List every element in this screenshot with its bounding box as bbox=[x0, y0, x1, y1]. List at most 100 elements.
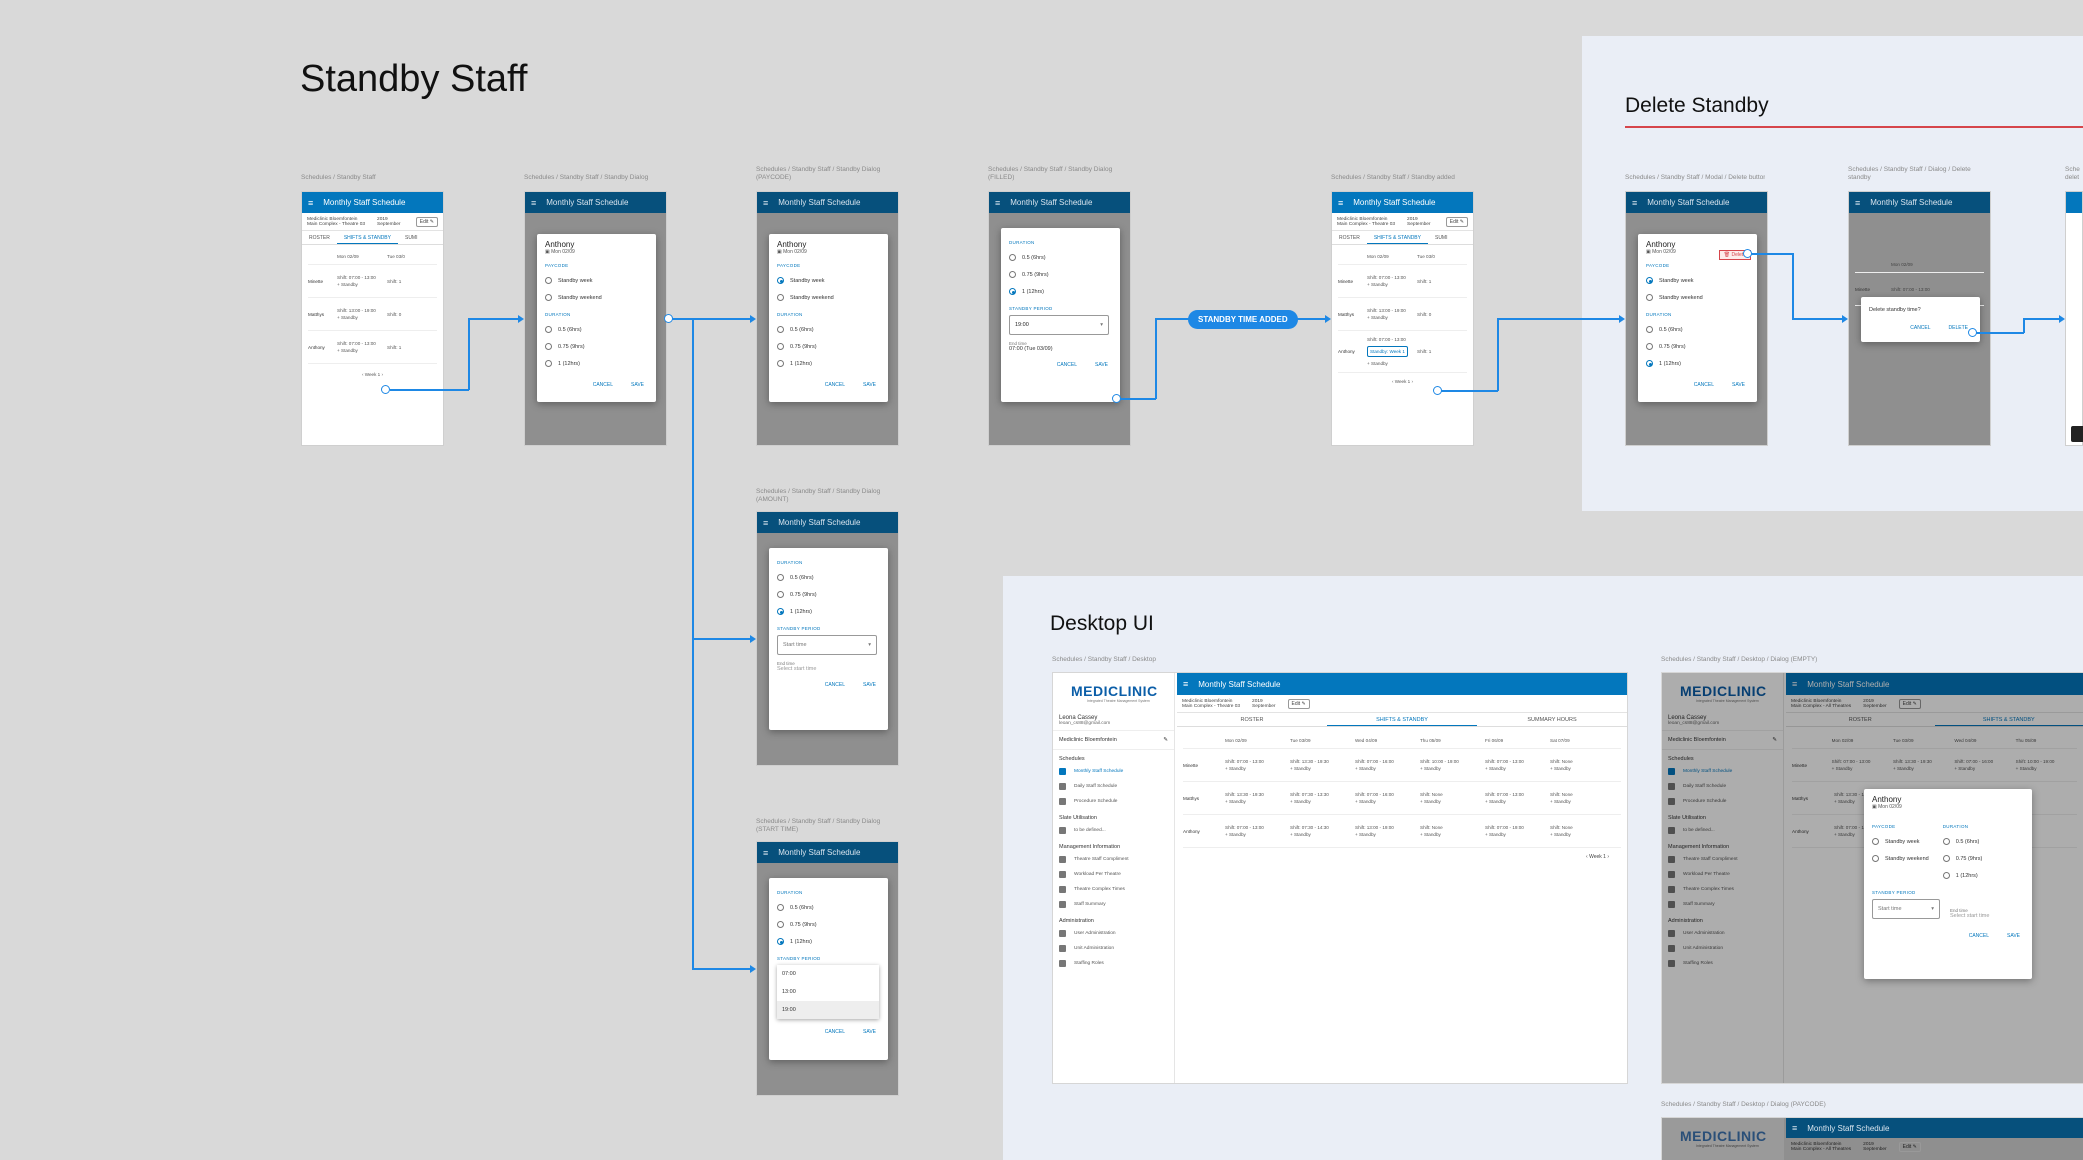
menu-icon[interactable]: ≡ bbox=[1338, 198, 1343, 208]
nav-user-administration[interactable]: User Administration bbox=[1053, 926, 1174, 941]
cancel-button[interactable]: CANCEL bbox=[825, 682, 845, 688]
save-button[interactable]: SAVE bbox=[631, 382, 644, 388]
menu-icon[interactable]: ≡ bbox=[308, 198, 313, 208]
radio-duration-05[interactable]: 0.5 (6hrs) bbox=[1009, 249, 1112, 266]
add-standby-button[interactable]: + Standby bbox=[337, 282, 387, 287]
add-standby-button[interactable]: + Standby bbox=[1485, 799, 1550, 804]
option-1900[interactable]: 19:00 bbox=[777, 1001, 879, 1019]
add-standby-button[interactable]: + Standby bbox=[1225, 799, 1290, 804]
radio-duration-075[interactable]: 0.75 (9hrs) bbox=[1646, 338, 1749, 355]
cancel-button[interactable]: CANCEL bbox=[1057, 362, 1077, 368]
radio-standby-week[interactable]: Standby week bbox=[1646, 272, 1749, 289]
tab-roster[interactable]: ROSTER bbox=[1177, 713, 1327, 726]
hospital-selector[interactable]: Mediclinic Bloemfontein ✎ bbox=[1053, 731, 1174, 750]
add-standby-button[interactable]: + Standby bbox=[1367, 315, 1417, 320]
cancel-button[interactable]: CANCEL bbox=[825, 1029, 845, 1035]
add-standby-button[interactable]: + Standby bbox=[337, 315, 387, 320]
radio-duration-05[interactable]: 0.5 (6hrs) bbox=[1942, 833, 1983, 850]
radio-standby-weekend[interactable]: Standby weekend bbox=[545, 289, 648, 306]
tab-roster[interactable]: ROSTER bbox=[302, 231, 337, 244]
nav-daily-staff-schedule[interactable]: Daily Staff Schedule bbox=[1053, 779, 1174, 794]
nav-to-be-defined[interactable]: to be defined... bbox=[1053, 823, 1174, 838]
radio-duration-1[interactable]: 1 (12hrs) bbox=[1646, 355, 1749, 372]
add-standby-button[interactable]: + Standby bbox=[1367, 282, 1417, 287]
radio-duration-05[interactable]: 0.5 (6hrs) bbox=[777, 321, 880, 338]
week-pager[interactable]: ‹ Week 1 › bbox=[1338, 379, 1467, 384]
add-standby-button[interactable]: + Standby bbox=[1420, 799, 1485, 804]
cancel-button[interactable]: CANCEL bbox=[593, 382, 613, 388]
radio-duration-1[interactable]: 1 (12hrs) bbox=[545, 355, 648, 372]
radio-duration-1[interactable]: 1 (12hrs) bbox=[777, 603, 880, 620]
radio-duration-05[interactable]: 0.5 (6hrs) bbox=[545, 321, 648, 338]
week-pager[interactable]: ‹ Week 1 › bbox=[308, 372, 437, 377]
edit-button[interactable]: Edit ✎ bbox=[415, 216, 438, 227]
save-button[interactable]: SAVE bbox=[863, 382, 876, 388]
add-standby-button[interactable]: + Standby bbox=[1550, 766, 1615, 771]
edit-button[interactable]: Edit ✎ bbox=[1445, 216, 1468, 227]
add-standby-button[interactable]: + Standby bbox=[1485, 832, 1550, 837]
week-pager[interactable]: ‹ Week 1 › bbox=[1183, 848, 1621, 866]
radio-duration-075[interactable]: 0.75 (9hrs) bbox=[1942, 850, 1982, 867]
add-standby-button[interactable]: + Standby bbox=[1290, 766, 1355, 771]
menu-icon[interactable]: ≡ bbox=[1183, 679, 1188, 689]
edit-icon[interactable]: ✎ bbox=[1163, 737, 1168, 743]
save-button[interactable]: SAVE bbox=[1732, 382, 1745, 388]
radio-standby-weekend[interactable]: Standby weekend bbox=[1646, 289, 1749, 306]
tab-shifts-standby[interactable]: SHIFTS & STANDBY bbox=[1327, 713, 1477, 726]
radio-duration-075[interactable]: 0.75 (9hrs) bbox=[777, 338, 880, 355]
add-standby-button[interactable]: + Standby bbox=[1225, 832, 1290, 837]
save-button[interactable]: SAVE bbox=[863, 682, 876, 688]
add-standby-button[interactable]: + Standby bbox=[1485, 766, 1550, 771]
tab-summary-hours[interactable]: SUMMARY HOURS bbox=[1477, 713, 1627, 726]
radio-duration-075[interactable]: 0.75 (9hrs) bbox=[777, 916, 880, 933]
save-button[interactable]: SAVE bbox=[1095, 362, 1108, 368]
tab-roster[interactable]: ROSTER bbox=[1332, 231, 1367, 244]
start-time-select[interactable]: Start time ▾ bbox=[1872, 899, 1940, 919]
radio-duration-075[interactable]: 0.75 (9hrs) bbox=[777, 586, 880, 603]
nav-procedure-schedule[interactable]: Procedure Schedule bbox=[1053, 794, 1174, 809]
nav-workload-per-theatre[interactable]: Workload Per Theatre bbox=[1053, 867, 1174, 882]
add-standby-button[interactable]: + Standby bbox=[1420, 832, 1485, 837]
add-standby-button[interactable]: + Standby bbox=[1550, 832, 1615, 837]
radio-duration-075[interactable]: 0.75 (9hrs) bbox=[1009, 266, 1112, 283]
tab-shifts-standby[interactable]: SHIFTS & STANDBY bbox=[1366, 231, 1428, 244]
radio-standby-week[interactable]: Standby week bbox=[545, 272, 648, 289]
radio-duration-1[interactable]: 1 (12hrs) bbox=[777, 355, 880, 372]
nav-theatre-staff-compliment[interactable]: Theatre Staff Compliment bbox=[1053, 852, 1174, 867]
tab-shifts-standby[interactable]: SHIFTS & STANDBY bbox=[336, 231, 398, 244]
add-standby-button[interactable]: + Standby bbox=[1225, 766, 1290, 771]
start-time-select[interactable]: Start time ▾ bbox=[777, 635, 877, 655]
add-standby-button[interactable]: + Standby bbox=[1355, 766, 1420, 771]
radio-standby-weekend[interactable]: Standby weekend bbox=[777, 289, 880, 306]
radio-duration-1[interactable]: 1 (12hrs) bbox=[777, 933, 880, 950]
radio-duration-1[interactable]: 1 (12hrs) bbox=[1942, 867, 1983, 884]
add-standby-button[interactable]: + Standby bbox=[1355, 799, 1420, 804]
add-standby-button[interactable]: + Standby bbox=[1290, 799, 1355, 804]
radio-duration-1[interactable]: 1 (12hrs) bbox=[1009, 283, 1112, 300]
tab-summary[interactable]: SUMI bbox=[398, 231, 425, 244]
add-standby-button[interactable]: + Standby bbox=[1367, 361, 1417, 366]
cancel-button[interactable]: CANCEL bbox=[1910, 325, 1930, 331]
option-0700[interactable]: 07:00 bbox=[777, 965, 879, 983]
save-button[interactable]: SAVE bbox=[863, 1029, 876, 1035]
start-time-select[interactable]: 19:00 ▾ bbox=[1009, 315, 1109, 335]
radio-standby-week[interactable]: Standby week bbox=[777, 272, 880, 289]
radio-duration-05[interactable]: 0.5 (6hrs) bbox=[1646, 321, 1749, 338]
cancel-button[interactable]: CANCEL bbox=[1969, 933, 1989, 939]
add-standby-button[interactable]: + Standby bbox=[337, 348, 387, 353]
nav-staff-summary[interactable]: Staff Summary bbox=[1053, 897, 1174, 912]
add-standby-button[interactable]: + Standby bbox=[1420, 766, 1485, 771]
nav-monthly-staff-schedule[interactable]: Monthly Staff Schedule bbox=[1053, 764, 1174, 779]
radio-duration-05[interactable]: 0.5 (6hrs) bbox=[777, 569, 880, 586]
option-1300[interactable]: 13:00 bbox=[777, 983, 879, 1001]
nav-theatre-complex-times[interactable]: Theatre Complex Times bbox=[1053, 882, 1174, 897]
add-standby-button[interactable]: + Standby bbox=[1550, 799, 1615, 804]
edit-button[interactable]: Edit ✎ bbox=[1287, 698, 1310, 709]
nav-staffing-roles[interactable]: Staffing Roles bbox=[1053, 956, 1174, 971]
add-standby-button[interactable]: + Standby bbox=[1290, 832, 1355, 837]
radio-standby-weekend[interactable]: Standby weekend bbox=[1872, 850, 1929, 867]
cancel-button[interactable]: CANCEL bbox=[825, 382, 845, 388]
save-button[interactable]: SAVE bbox=[2007, 933, 2020, 939]
radio-duration-075[interactable]: 0.75 (9hrs) bbox=[545, 338, 648, 355]
cancel-button[interactable]: CANCEL bbox=[1694, 382, 1714, 388]
